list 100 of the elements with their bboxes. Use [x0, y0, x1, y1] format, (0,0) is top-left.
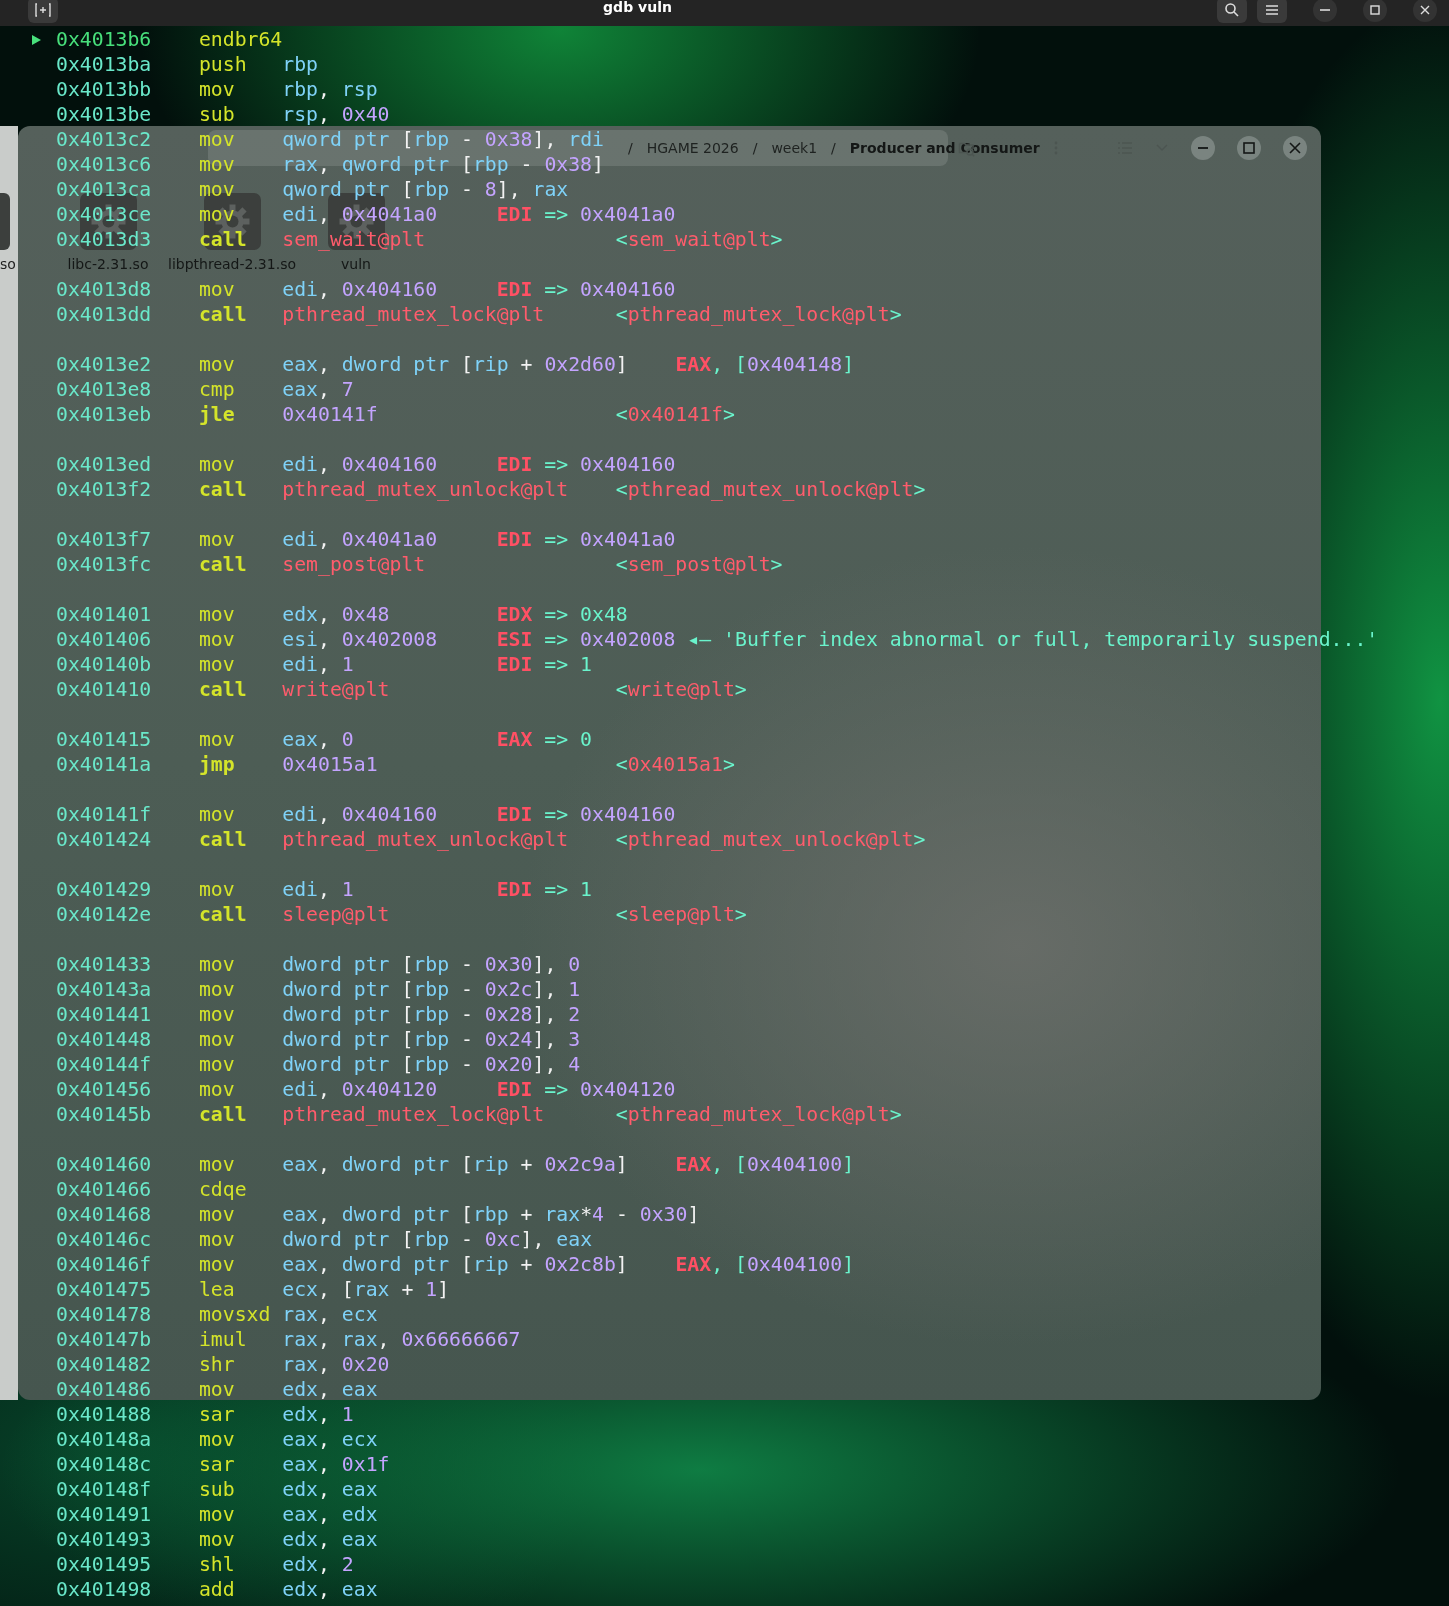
- mnemonic: mov: [198, 1202, 236, 1227]
- instruction-address: 0x40148f: [56, 1477, 153, 1502]
- search-button[interactable]: [1217, 0, 1247, 23]
- operands: edx, eax: [282, 1377, 378, 1402]
- instruction-address: 0x40146f: [56, 1252, 153, 1277]
- mnemonic: lea: [198, 1277, 236, 1302]
- minimize-button[interactable]: [1313, 0, 1337, 22]
- instruction-address: 0x4013dd: [56, 302, 153, 327]
- mnemonic: call: [198, 302, 248, 327]
- mnemonic: sar: [198, 1402, 236, 1427]
- instruction-address: 0x401466: [56, 1177, 153, 1202]
- operands: qword ptr [rbp - 8], rax: [282, 177, 569, 202]
- mnemonic: cdqe: [198, 1177, 248, 1202]
- mnemonic: mov: [198, 727, 236, 752]
- register-annotation: EAX, [0x404100]: [675, 1252, 855, 1277]
- register-annotation: EAX, [0x404100]: [675, 1152, 855, 1177]
- operands: rax, qword ptr [rbp - 0x38]: [282, 152, 604, 177]
- operands: rsp, 0x40: [282, 102, 390, 127]
- maximize-button[interactable]: [1363, 0, 1387, 22]
- menu-icon: [1264, 2, 1280, 18]
- operands: 0x4015a1: [282, 752, 378, 777]
- operands: eax, dword ptr [rip + 0x2d60]: [282, 352, 628, 377]
- mnemonic: mov: [198, 1252, 236, 1277]
- operands: ecx, [rax + 1]: [282, 1277, 450, 1302]
- operands: edi, 0x404160: [282, 802, 438, 827]
- instruction-address: 0x4013fc: [56, 552, 153, 577]
- close-button[interactable]: [1413, 0, 1437, 22]
- instruction-address: 0x4013ca: [56, 177, 153, 202]
- minimize-button[interactable]: [1191, 136, 1215, 160]
- mnemonic: sar: [198, 1452, 236, 1477]
- mnemonic: mov: [198, 627, 236, 652]
- operands: rbp: [282, 52, 318, 77]
- mnemonic: mov: [198, 202, 236, 227]
- mnemonic: jmp: [198, 752, 236, 777]
- instruction-address: 0x401415: [56, 727, 153, 752]
- instruction-address: 0x401448: [56, 1027, 153, 1052]
- mnemonic: mov: [198, 1027, 236, 1052]
- instruction-address: 0x401410: [56, 677, 153, 702]
- instruction-address: 0x4013c2: [56, 127, 153, 152]
- instruction-address: 0x4013eb: [56, 402, 153, 427]
- instruction-address: 0x4013b6: [56, 27, 153, 52]
- instruction-address: 0x40141f: [56, 802, 153, 827]
- call-target-annotation: <sem_post@plt>: [615, 552, 783, 577]
- search-icon: [1224, 2, 1240, 18]
- instruction-address: 0x40144f: [56, 1052, 153, 1077]
- operands: write@plt: [282, 677, 390, 702]
- instruction-address: 0x40147b: [56, 1327, 153, 1352]
- call-target-annotation: <sleep@plt>: [615, 902, 747, 927]
- register-annotation: EDI => 0x4041a0: [496, 202, 676, 227]
- close-icon: [1289, 142, 1301, 154]
- instruction-address: 0x4013be: [56, 102, 153, 127]
- new-tab-button[interactable]: [28, 0, 58, 23]
- instruction-address: 0x401491: [56, 1502, 153, 1527]
- mnemonic: mov: [198, 1052, 236, 1077]
- mnemonic: mov: [198, 177, 236, 202]
- operands: edx, 0x48: [282, 602, 390, 627]
- breadcrumb-item[interactable]: week1: [771, 140, 818, 156]
- maximize-button[interactable]: [1237, 136, 1261, 160]
- mnemonic: mov: [198, 152, 236, 177]
- operands: dword ptr [rbp - 0x24], 3: [282, 1027, 581, 1052]
- register-annotation: EDI => 0x4041a0: [496, 527, 676, 552]
- instruction-address: 0x401456: [56, 1077, 153, 1102]
- instruction-address: 0x401441: [56, 1002, 153, 1027]
- instruction-address: 0x401478: [56, 1302, 153, 1327]
- instruction-address: 0x4013d8: [56, 277, 153, 302]
- instruction-address: 0x401482: [56, 1352, 153, 1377]
- operands: edi, 0x404120: [282, 1077, 438, 1102]
- operands: edx, 1: [282, 1402, 354, 1427]
- mnemonic: mov: [198, 802, 236, 827]
- operands: rbp, rsp: [282, 77, 378, 102]
- mnemonic: mov: [198, 977, 236, 1002]
- operands: edi, 0x404160: [282, 452, 438, 477]
- breadcrumb-separator: /: [628, 140, 633, 156]
- instruction-address: 0x4013ba: [56, 52, 153, 77]
- register-annotation: EAX => 0: [496, 727, 592, 752]
- menu-button[interactable]: [1257, 0, 1287, 23]
- instruction-address: 0x4013e2: [56, 352, 153, 377]
- call-target-annotation: <pthread_mutex_lock@plt>: [615, 1102, 902, 1127]
- mnemonic: mov: [198, 1002, 236, 1027]
- instruction-address: 0x4013f2: [56, 477, 153, 502]
- window-title: gdb vuln: [602, 0, 673, 15]
- mnemonic: mov: [198, 127, 236, 152]
- operands: edi, 0x4041a0: [282, 202, 438, 227]
- mnemonic: shr: [198, 1352, 236, 1377]
- operands: eax, 7: [282, 377, 354, 402]
- operands: edi, 0x4041a0: [282, 527, 438, 552]
- mnemonic: mov: [198, 1377, 236, 1402]
- instruction-address: 0x40146c: [56, 1227, 153, 1252]
- mnemonic: mov: [198, 1427, 236, 1452]
- instruction-address: 0x401401: [56, 602, 153, 627]
- register-annotation: EDI => 0x404160: [496, 277, 676, 302]
- register-annotation: EDI => 1: [496, 652, 592, 677]
- mnemonic: mov: [198, 1152, 236, 1177]
- operands: edx, eax: [282, 1477, 378, 1502]
- mnemonic: sub: [198, 102, 236, 127]
- breadcrumb-item[interactable]: Producer and Consumer: [849, 140, 1040, 156]
- instruction-address: 0x40148c: [56, 1452, 153, 1477]
- instruction-address: 0x40145b: [56, 1102, 153, 1127]
- breadcrumb-item[interactable]: HGAME 2026: [646, 140, 739, 156]
- close-button[interactable]: [1283, 136, 1307, 160]
